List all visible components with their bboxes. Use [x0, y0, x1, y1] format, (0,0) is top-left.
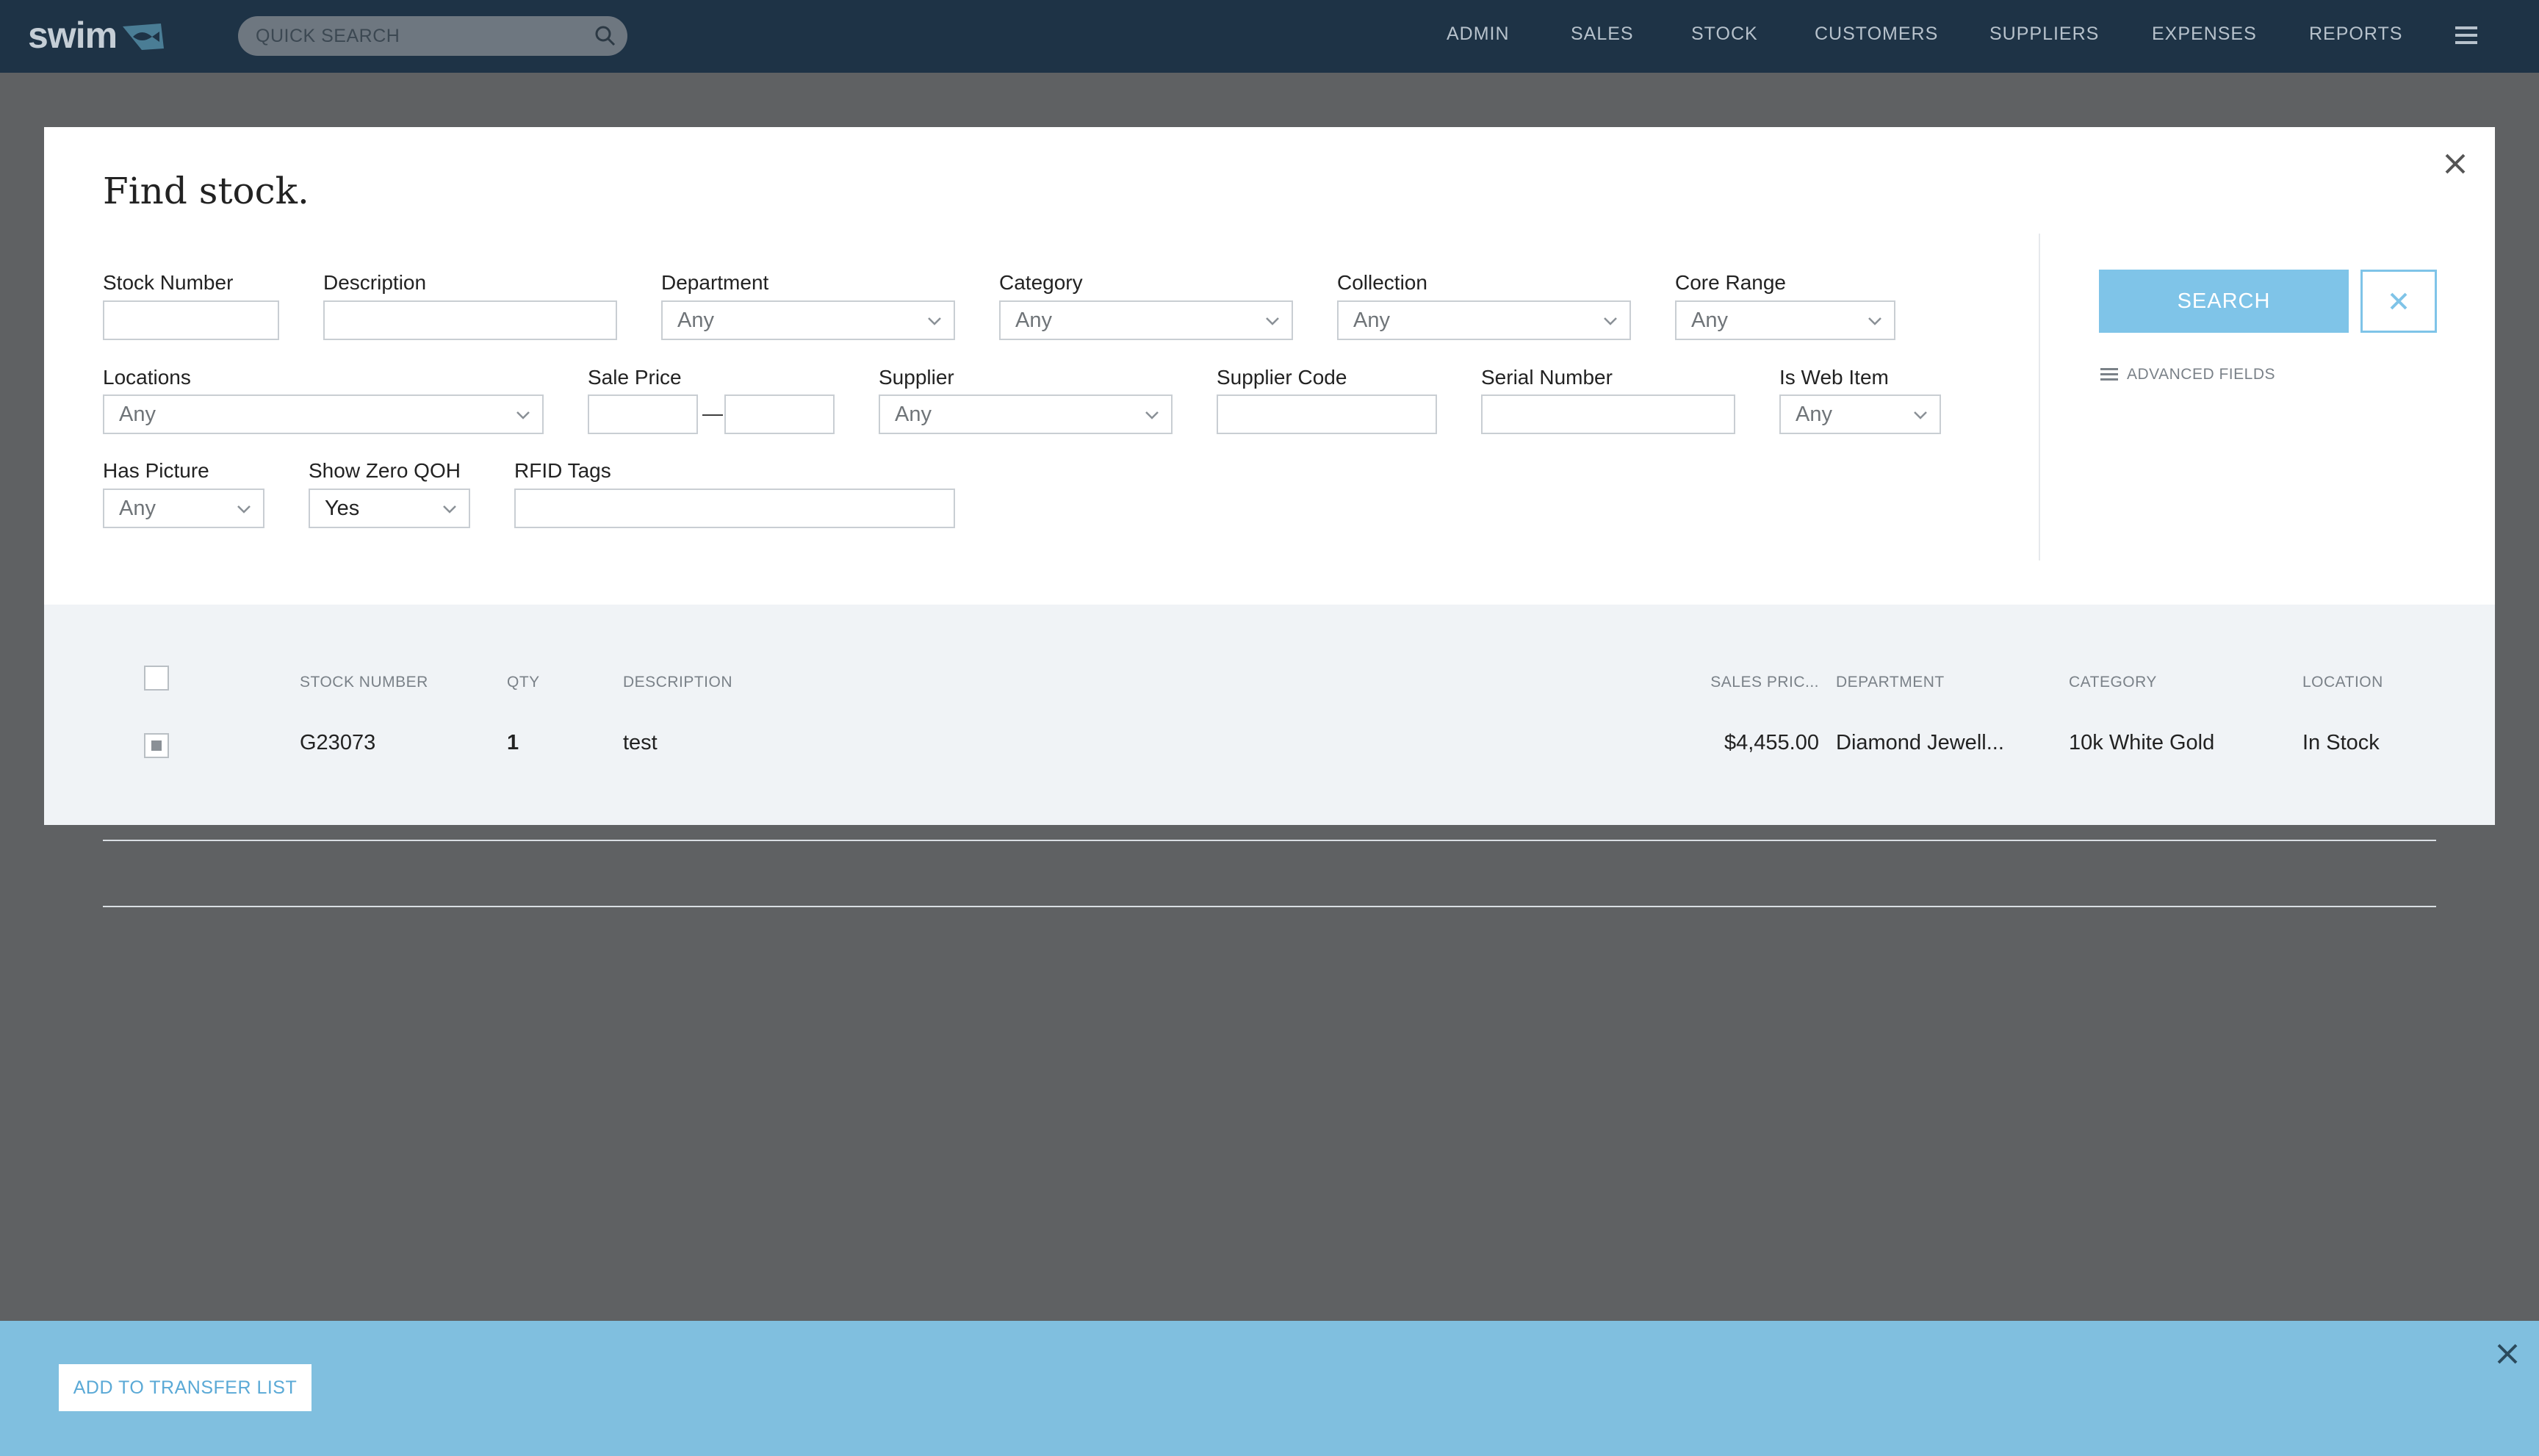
show-zero-qoh-label: Show Zero QOH [309, 459, 461, 482]
close-icon [2390, 292, 2407, 310]
cell-location: In Stock [2302, 731, 2380, 754]
locations-select[interactable]: Any [103, 394, 544, 434]
description-label: Description [323, 271, 427, 294]
column-header-category[interactable]: CATEGORY [2069, 674, 2157, 691]
stock-number-label: Stock Number [103, 271, 234, 294]
is-web-item-label: Is Web Item [1779, 366, 1889, 389]
menu-icon[interactable] [2454, 25, 2479, 46]
core-range-label: Core Range [1675, 271, 1786, 294]
locations-label: Locations [103, 366, 191, 389]
serial-number-label: Serial Number [1481, 366, 1613, 389]
description-input[interactable] [323, 300, 617, 340]
advanced-fields-label: ADVANCED FIELDS [2127, 366, 2275, 383]
sale-price-max-input[interactable] [724, 394, 835, 434]
chevron-down-icon [1145, 411, 1159, 419]
is-web-item-value: Any [1796, 402, 1832, 426]
sale-price-label: Sale Price [588, 366, 682, 389]
column-header-description[interactable]: DESCRIPTION [623, 674, 732, 691]
chevron-down-icon [1914, 411, 1927, 419]
nav-sales[interactable]: SALES [1571, 24, 1634, 45]
show-zero-qoh-select[interactable]: Yes [309, 489, 470, 528]
cell-department: Diamond Jewell... [1836, 731, 2004, 754]
close-icon[interactable] [2442, 151, 2468, 177]
has-picture-label: Has Picture [103, 459, 209, 482]
list-icon [2100, 368, 2118, 381]
collection-value: Any [1353, 308, 1390, 332]
column-header-department[interactable]: DEPARTMENT [1836, 674, 1945, 691]
nav-reports[interactable]: REPORTS [2309, 24, 2402, 45]
is-web-item-select[interactable]: Any [1779, 394, 1941, 434]
serial-number-input[interactable] [1481, 394, 1735, 434]
department-label: Department [661, 271, 769, 294]
top-navigation-bar: swim QUICK SEARCH ADMIN SALES STOCK CUST… [0, 0, 2539, 73]
nav-customers[interactable]: CUSTOMERS [1815, 24, 1938, 45]
chevron-down-icon [1266, 317, 1279, 325]
quick-search-placeholder: QUICK SEARCH [256, 25, 400, 46]
advanced-fields-toggle[interactable]: ADVANCED FIELDS [2100, 366, 2275, 383]
row-checkbox[interactable] [144, 733, 169, 758]
add-to-transfer-list-button[interactable]: ADD TO TRANSFER LIST [59, 1364, 311, 1411]
chevron-down-icon [443, 505, 456, 513]
chevron-down-icon [1868, 317, 1881, 325]
core-range-select[interactable]: Any [1675, 300, 1895, 340]
cell-sales-price: $4,455.00 [1724, 731, 1819, 754]
collection-label: Collection [1337, 271, 1427, 294]
sale-price-separator: — [702, 402, 723, 425]
search-icon[interactable] [583, 25, 627, 47]
department-value: Any [677, 308, 714, 332]
collection-select[interactable]: Any [1337, 300, 1631, 340]
bottom-action-bar: ADD TO TRANSFER LIST [0, 1321, 2539, 1456]
results-table: STOCK NUMBER QTY DESCRIPTION SALES PRIC.… [44, 605, 2495, 907]
select-all-checkbox[interactable] [144, 666, 169, 691]
supplier-value: Any [895, 402, 932, 426]
stock-number-input[interactable] [103, 300, 279, 340]
supplier-code-label: Supplier Code [1217, 366, 1347, 389]
close-icon[interactable] [2495, 1341, 2520, 1366]
locations-value: Any [119, 402, 156, 426]
sale-price-min-input[interactable] [588, 394, 698, 434]
modal-title: Find stock. [103, 170, 309, 212]
column-header-qty[interactable]: QTY [507, 674, 540, 691]
supplier-select[interactable]: Any [879, 394, 1173, 434]
app-logo[interactable]: swim [28, 13, 167, 57]
logo-text: swim [28, 15, 118, 56]
column-header-location[interactable]: LOCATION [2302, 674, 2383, 691]
find-stock-modal: Find stock. Stock Number Description Dep… [44, 127, 2495, 907]
core-range-value: Any [1691, 308, 1728, 332]
cell-qty: 1 [507, 731, 519, 754]
clear-search-button[interactable] [2360, 270, 2437, 333]
chevron-down-icon [237, 505, 251, 513]
cell-stock-number: G23073 [300, 731, 376, 754]
header-divider [103, 840, 2436, 841]
supplier-code-input[interactable] [1217, 394, 1437, 434]
chevron-down-icon [1604, 317, 1617, 325]
department-select[interactable]: Any [661, 300, 955, 340]
supplier-label: Supplier [879, 366, 954, 389]
fish-logo-icon [120, 19, 167, 51]
vertical-divider [2039, 234, 2040, 561]
column-header-stock-number[interactable]: STOCK NUMBER [300, 674, 428, 691]
quick-search-input[interactable]: QUICK SEARCH [238, 16, 627, 56]
search-button[interactable]: SEARCH [2099, 270, 2349, 333]
nav-suppliers[interactable]: SUPPLIERS [1989, 24, 2099, 45]
row-divider [103, 906, 2436, 907]
has-picture-value: Any [119, 496, 156, 520]
category-value: Any [1015, 308, 1052, 332]
category-label: Category [999, 271, 1083, 294]
show-zero-qoh-value: Yes [325, 496, 360, 520]
rfid-tags-input[interactable] [514, 489, 955, 528]
rfid-tags-label: RFID Tags [514, 459, 611, 482]
nav-expenses[interactable]: EXPENSES [2152, 24, 2257, 45]
chevron-down-icon [516, 411, 530, 419]
nav-admin[interactable]: ADMIN [1447, 24, 1510, 45]
cell-category: 10k White Gold [2069, 731, 2215, 754]
has-picture-select[interactable]: Any [103, 489, 264, 528]
column-header-sales-price[interactable]: SALES PRIC... [1672, 674, 1819, 691]
cell-description: test [623, 731, 658, 754]
chevron-down-icon [928, 317, 941, 325]
category-select[interactable]: Any [999, 300, 1293, 340]
nav-stock[interactable]: STOCK [1691, 24, 1758, 45]
